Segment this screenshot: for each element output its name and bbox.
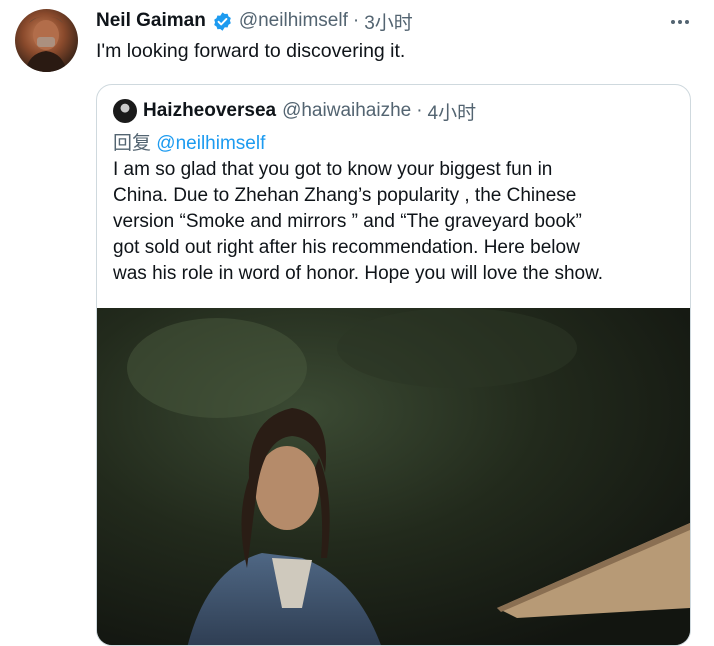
quoted-author-handle[interactable]: @haiwaihaizhe — [282, 100, 411, 122]
quoted-text-line: got sold out right after his recommendat… — [113, 237, 580, 258]
quoted-text-line: I am so glad that you got to know your b… — [113, 159, 553, 180]
quoted-author-name[interactable]: Haizheoversea — [143, 100, 276, 122]
reply-prefix: 回复 — [113, 133, 152, 154]
quoted-tweet-text: I am so glad that you got to know your b… — [113, 157, 681, 287]
reply-mention-link[interactable]: @neilhimself — [156, 133, 265, 154]
quoted-text-line: was his role in word of honor. Hope you … — [113, 263, 604, 284]
quoted-author-avatar[interactable] — [113, 99, 137, 123]
quoted-text-line: version “Smoke and mirrors ” and “The gr… — [113, 211, 582, 232]
author-name[interactable]: Neil Gaiman — [96, 10, 206, 32]
reply-context: 回复 @neilhimself — [113, 128, 265, 155]
separator: · — [352, 10, 360, 31]
quoted-tweet-card[interactable]: Haizheoversea @haiwaihaizhe · 4小时 回复 @ne… — [96, 84, 691, 646]
more-options-icon[interactable] — [668, 10, 692, 34]
author-handle[interactable]: @neilhimself — [239, 10, 348, 32]
quoted-tweet-header: Haizheoversea @haiwaihaizhe · 4小时 — [113, 98, 476, 124]
verified-badge-icon — [212, 11, 233, 32]
quoted-tweet-image[interactable] — [97, 308, 690, 645]
quoted-separator: · — [416, 100, 423, 121]
tweet-header: Neil Gaiman @neilhimself · 3小时 — [96, 8, 413, 34]
quoted-text-line: China. Due to Zhehan Zhang’s popularity … — [113, 185, 577, 206]
quoted-timestamp[interactable]: 4小时 — [428, 98, 477, 125]
author-avatar[interactable] — [15, 9, 78, 72]
tweet-text: I'm looking forward to discovering it. — [96, 40, 406, 62]
timestamp[interactable]: 3小时 — [364, 8, 413, 35]
